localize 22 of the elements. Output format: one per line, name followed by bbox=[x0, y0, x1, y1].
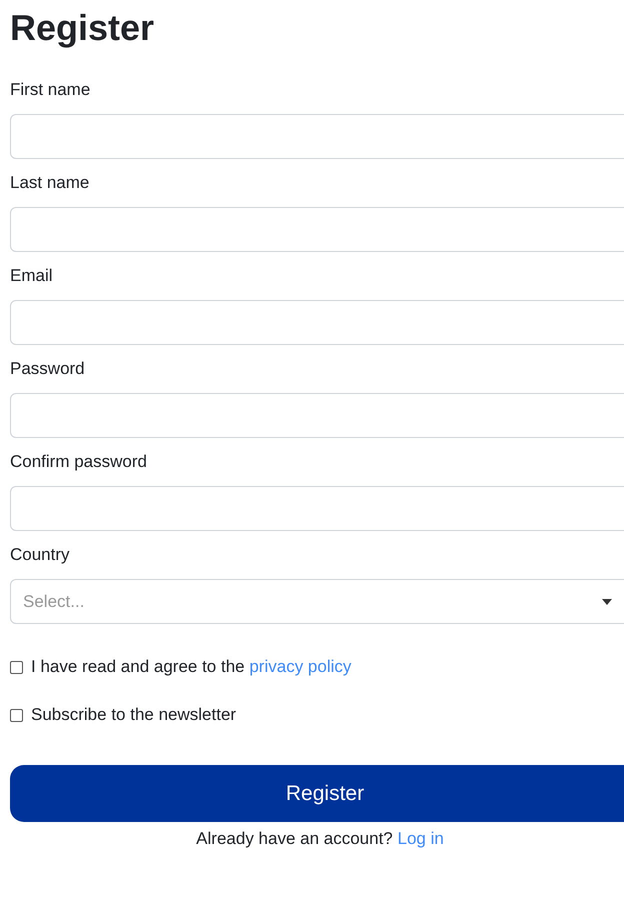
field-label: Confirm password bbox=[10, 451, 147, 473]
input-field[interactable] bbox=[10, 207, 624, 252]
checkbox[interactable] bbox=[10, 708, 23, 722]
input-field[interactable] bbox=[10, 393, 624, 438]
field-label: Password bbox=[10, 358, 85, 380]
login-link[interactable]: Log in bbox=[398, 829, 444, 848]
input-field[interactable] bbox=[10, 300, 624, 345]
checkbox-label: Subscribe to the newsletter bbox=[31, 704, 236, 726]
page-title: Register bbox=[10, 6, 156, 50]
caret-icon bbox=[602, 599, 612, 605]
field-label: Email bbox=[10, 265, 53, 287]
privacy-link[interactable]: privacy policy bbox=[249, 657, 352, 676]
country-select[interactable]: Select... bbox=[10, 579, 624, 624]
register-button[interactable]: Register bbox=[10, 765, 624, 822]
field-label: First name bbox=[10, 79, 90, 101]
field-label: Country bbox=[10, 544, 70, 566]
login-prompt: Already have an account? Log in bbox=[195, 828, 445, 850]
field-label: Last name bbox=[10, 172, 90, 194]
input-field[interactable] bbox=[10, 486, 624, 531]
checkbox-label: I have read and agree to the privacy policy bbox=[31, 656, 352, 678]
checkbox[interactable] bbox=[10, 660, 23, 674]
input-field[interactable] bbox=[10, 114, 624, 159]
